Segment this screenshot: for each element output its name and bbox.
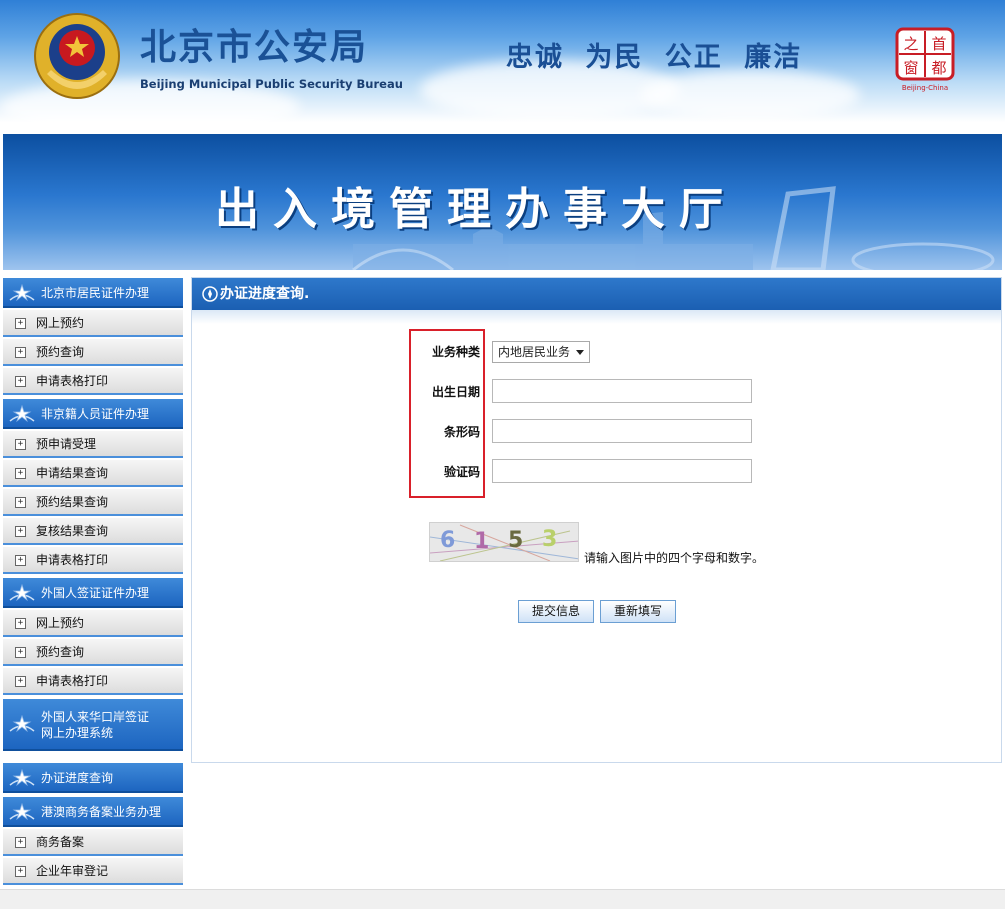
slogan: 忠诚 为民 公正 廉洁 [506, 42, 803, 73]
captcha-image[interactable]: 6 1 5 3 [429, 522, 579, 562]
sidebar-section-label: 港澳商务备案业务办理 [41, 805, 162, 819]
sidebar: 北京市居民证件办理 + 网上预约 + 预约查询 + 申请表格打印 非京籍人员证件办理 … [3, 278, 183, 888]
sidebar-item-label: 企业年审登记 [36, 864, 109, 878]
sidebar-item-business-record[interactable]: + 商务备案 [3, 829, 183, 856]
footer-bar [0, 889, 1005, 909]
site-subtitle: Beijing Municipal Public Security Bureau [140, 77, 403, 91]
sidebar-item-annual-review[interactable]: + 企业年审登记 [3, 858, 183, 885]
birth-date-input[interactable] [492, 379, 752, 403]
sidebar-item-label: 网上预约 [36, 316, 85, 330]
sidebar-item-application-result[interactable]: + 申请结果查询 [3, 460, 183, 487]
capital-window-logo: 之 首 窗 都 Beijing-China [895, 27, 955, 92]
sidebar-section-label: 网上办理系统 [41, 726, 114, 740]
logo-char-3: 窗 [903, 59, 918, 77]
sidebar-item-label: 商务备案 [36, 835, 85, 849]
logo-char-2: 首 [931, 35, 946, 53]
banner-title: 出入境管理办事大厅 [215, 184, 737, 235]
banner: 出入境管理办事大厅 [3, 134, 1002, 270]
sidebar-item-label: 申请结果查询 [36, 466, 109, 480]
reset-button[interactable]: 重新填写 [600, 600, 676, 623]
captcha-char-4: 3 [542, 527, 557, 552]
sidebar-item-label: 预申请受理 [36, 437, 97, 451]
badge-icon [9, 284, 35, 302]
expand-icon: + [15, 837, 26, 848]
logo-char-4: 都 [931, 59, 946, 77]
captcha-char-3: 5 [508, 528, 523, 553]
sidebar-section-label: 外国人签证证件办理 [41, 586, 150, 600]
sidebar-item-pre-application[interactable]: + 预申请受理 [3, 431, 183, 458]
expand-icon: + [15, 555, 26, 566]
expand-icon: + [15, 866, 26, 877]
sidebar-section-label: 外国人来华口岸签证 [41, 710, 150, 724]
verify-code-label: 验证码 [443, 465, 480, 479]
badge-icon [9, 715, 35, 733]
sidebar-item-print-form[interactable]: + 申请表格打印 [3, 668, 183, 695]
barcode-input[interactable] [492, 419, 752, 443]
sidebar-section-label: 北京市居民证件办理 [41, 286, 150, 300]
sidebar-section-foreigner-visa[interactable]: 外国人签证证件办理 [3, 578, 183, 608]
sidebar-section-non-beijing[interactable]: 非京籍人员证件办理 [3, 399, 183, 429]
expand-icon: + [15, 647, 26, 658]
expand-icon: + [15, 676, 26, 687]
sidebar-item-label: 预约结果查询 [36, 495, 109, 509]
barcode-label: 条形码 [443, 425, 480, 439]
expand-icon: + [15, 318, 26, 329]
sidebar-section-progress-query[interactable]: 办证进度查询 [3, 763, 183, 793]
expand-icon: + [15, 376, 26, 387]
badge-icon [9, 584, 35, 602]
captcha-char-1: 6 [440, 528, 455, 553]
panel-title: 办证进度查询. [220, 286, 310, 302]
submit-button[interactable]: 提交信息 [518, 600, 594, 623]
sidebar-item-appointment-query[interactable]: + 预约查询 [3, 639, 183, 666]
sidebar-section-label: 办证进度查询 [41, 771, 114, 785]
sidebar-item-label: 复核结果查询 [36, 524, 109, 538]
sidebar-section-hk-macao-business[interactable]: 港澳商务备案业务办理 [3, 797, 183, 827]
sidebar-item-label: 申请表格打印 [36, 374, 109, 388]
captcha-char-2: 1 [474, 529, 489, 554]
logo-caption: Beijing-China [902, 84, 948, 92]
sidebar-item-label: 预约查询 [36, 345, 85, 359]
panel-header-shadow [192, 310, 1001, 324]
expand-icon: + [15, 618, 26, 629]
panel-header: 办证进度查询. [192, 278, 1001, 310]
sidebar-section-port-visa[interactable]: 外国人来华口岸签证 网上办理系统 [3, 699, 183, 751]
expand-icon: + [15, 526, 26, 537]
sidebar-item-label: 申请表格打印 [36, 674, 109, 688]
sidebar-item-review-result[interactable]: + 复核结果查询 [3, 518, 183, 545]
sidebar-section-resident[interactable]: 北京市居民证件办理 [3, 278, 183, 308]
birth-date-label: 出生日期 [431, 385, 480, 399]
sidebar-item-appointment-result[interactable]: + 预约结果查询 [3, 489, 183, 516]
police-emblem-logo [34, 13, 120, 99]
sidebar-item-label: 申请表格打印 [36, 553, 109, 567]
sidebar-item-online-appointment[interactable]: + 网上预约 [3, 610, 183, 637]
expand-icon: + [15, 468, 26, 479]
captcha-drawing: 6 1 5 3 [430, 524, 578, 561]
expand-icon: + [15, 347, 26, 358]
compass-icon [202, 286, 218, 302]
sidebar-item-label: 预约查询 [36, 645, 85, 659]
site-title: 北京市公安局 [140, 27, 369, 68]
expand-icon: + [15, 497, 26, 508]
sidebar-item-print-form[interactable]: + 申请表格打印 [3, 547, 183, 574]
expand-icon: + [15, 439, 26, 450]
badge-icon [9, 769, 35, 787]
logo-char-1: 之 [903, 35, 918, 53]
business-type-label: 业务种类 [431, 345, 480, 359]
sidebar-item-label: 网上预约 [36, 616, 85, 630]
business-type-value: 内地居民业务 [498, 345, 571, 359]
sidebar-section-label: 非京籍人员证件办理 [41, 407, 150, 421]
business-type-select[interactable]: 内地居民业务 [492, 341, 590, 363]
site-header: 北京市公安局 Beijing Municipal Public Security… [0, 0, 1005, 133]
verify-code-input[interactable] [492, 459, 752, 483]
badge-icon [9, 405, 35, 423]
sidebar-item-print-form[interactable]: + 申请表格打印 [3, 368, 183, 395]
sidebar-item-appointment-query[interactable]: + 预约查询 [3, 339, 183, 366]
badge-icon [9, 803, 35, 821]
main-panel: 办证进度查询. 业务种类 内地居民业务 出生日期 条形码 验证码 6 1 5 3… [191, 277, 1002, 763]
sidebar-item-online-appointment[interactable]: + 网上预约 [3, 310, 183, 337]
chevron-down-icon [576, 350, 584, 355]
captcha-hint: 请输入图片中的四个字母和数字。 [584, 551, 765, 565]
